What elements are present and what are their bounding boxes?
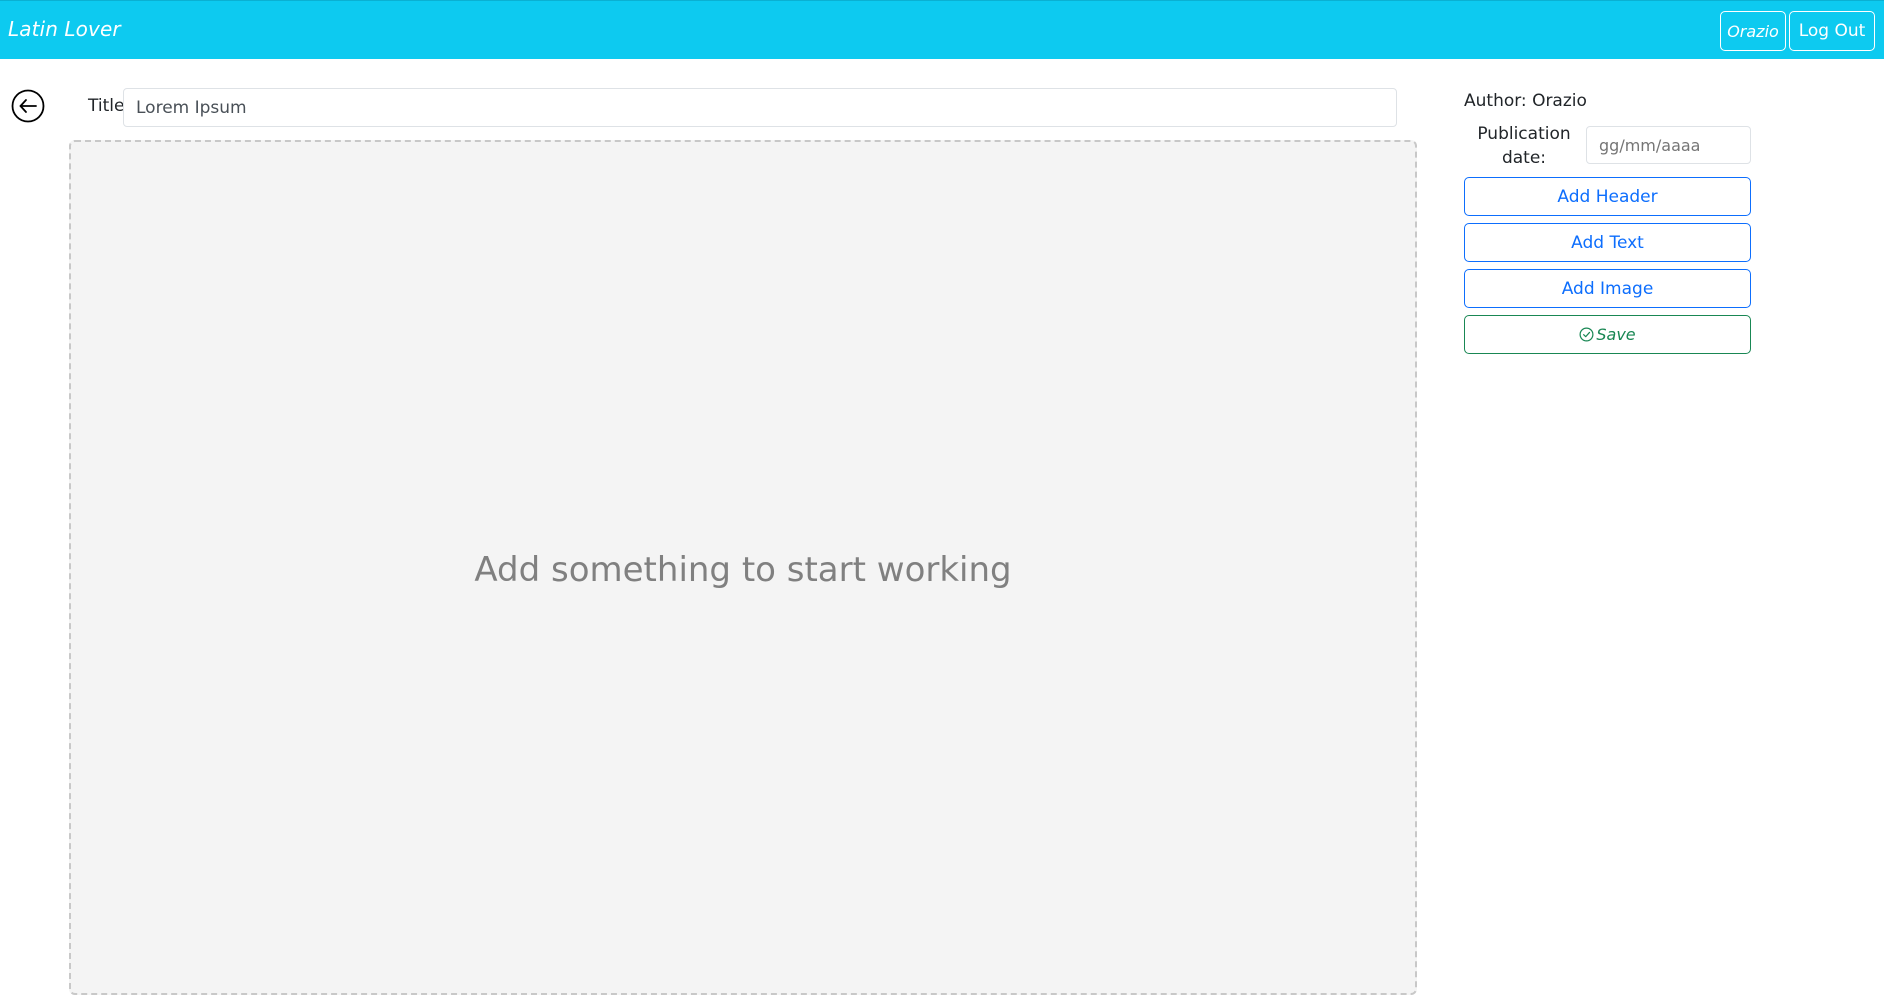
add-header-button[interactable]: Add Header xyxy=(1464,177,1751,216)
navbar: Latin Lover Orazio Log Out xyxy=(0,0,1884,59)
empty-state-message: Add something to start working xyxy=(474,549,1012,590)
arrow-left-circle-icon[interactable] xyxy=(11,89,45,123)
add-text-button[interactable]: Add Text xyxy=(1464,223,1751,262)
publication-date-label: Publication date: xyxy=(1477,124,1571,168)
add-image-button[interactable]: Add Image xyxy=(1464,269,1751,308)
save-button-label: Save xyxy=(1596,325,1636,344)
save-button[interactable]: Save xyxy=(1464,315,1751,354)
author-label: Author: Orazio xyxy=(1464,91,1587,111)
logout-button[interactable]: Log Out xyxy=(1789,11,1875,51)
brand-logo[interactable]: Latin Lover xyxy=(8,17,121,41)
user-button[interactable]: Orazio xyxy=(1720,11,1786,51)
check-circle-icon xyxy=(1579,327,1594,342)
title-input[interactable] xyxy=(123,88,1397,127)
publication-date-input[interactable] xyxy=(1586,126,1751,164)
editor-canvas[interactable]: Add something to start working xyxy=(69,140,1417,995)
